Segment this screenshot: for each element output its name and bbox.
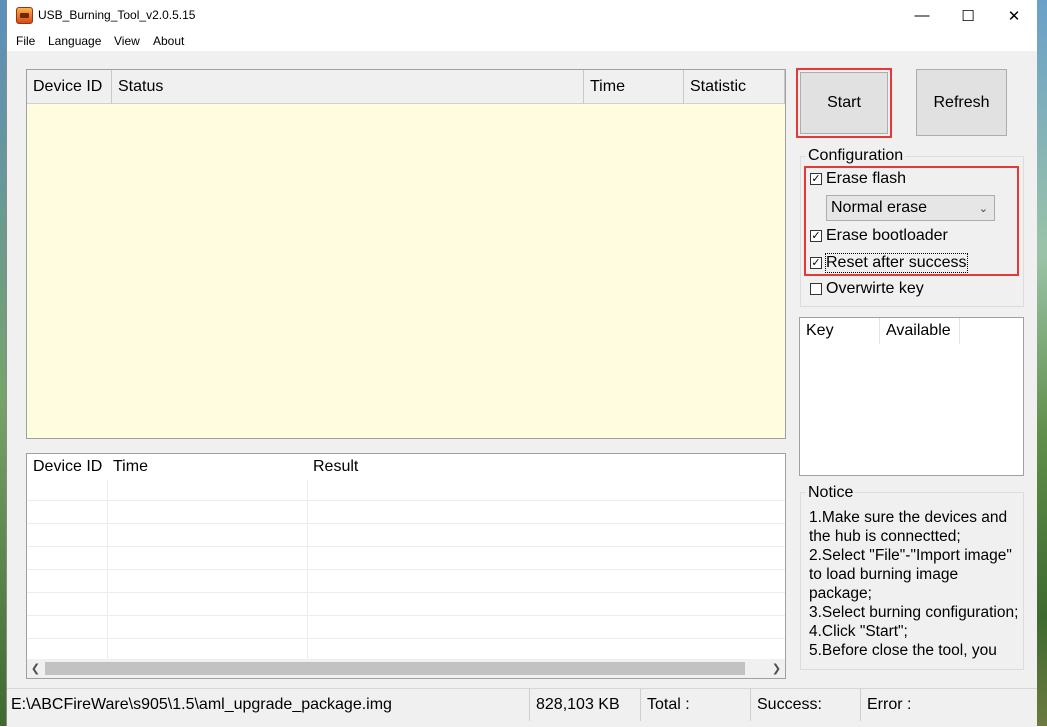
reset-after-success-label: Reset after success	[825, 253, 968, 273]
menu-bar: File Language View About	[7, 31, 1037, 51]
window-title: USB_Burning_Tool_v2.0.5.15	[38, 8, 196, 22]
checkbox-unchecked-icon	[810, 283, 822, 295]
desktop-background-right	[1036, 0, 1047, 726]
overwrite-key-label: Overwirte key	[826, 280, 924, 297]
status-path: E:\ABCFireWare\s905\1.5\aml_upgrade_pack…	[7, 689, 530, 721]
column-time[interactable]: Time	[584, 70, 684, 104]
close-icon: ✕	[1007, 7, 1021, 25]
checkbox-checked-icon: ✓	[810, 229, 822, 242]
erase-mode-value: Normal erase	[831, 199, 928, 216]
notice-label: Notice	[806, 484, 856, 502]
checkbox-checked-icon: ✓	[810, 172, 822, 185]
status-size: 828,103 KB	[530, 689, 641, 721]
grid-divider	[27, 500, 785, 501]
column-result[interactable]: Result	[307, 454, 785, 480]
result-table-header: Device ID Time Result	[27, 454, 785, 480]
scrollbar-thumb[interactable]	[45, 662, 745, 675]
grid-divider	[27, 523, 785, 524]
scroll-left-icon[interactable]: ❮	[27, 659, 44, 678]
checkbox-checked-icon: ✓	[810, 256, 822, 269]
column-key[interactable]: Key	[800, 318, 880, 344]
status-bar: E:\ABCFireWare\s905\1.5\aml_upgrade_pack…	[7, 688, 1037, 727]
menu-file[interactable]: File	[16, 34, 35, 48]
close-button[interactable]: ✕	[991, 0, 1037, 31]
minimize-button[interactable]: —	[899, 0, 945, 31]
column-available[interactable]: Available	[880, 318, 960, 344]
app-window: USB_Burning_Tool_v2.0.5.15 — ☐ ✕ File La…	[6, 0, 1037, 727]
status-success: Success:	[751, 689, 861, 721]
column-result-device-id[interactable]: Device ID	[27, 454, 107, 480]
grid-divider	[27, 592, 785, 593]
menu-language[interactable]: Language	[48, 34, 101, 48]
device-table-header: Device ID Status Time Statistic	[27, 70, 785, 104]
grid-divider	[107, 480, 108, 660]
grid-divider	[307, 480, 308, 660]
menu-about[interactable]: About	[153, 34, 184, 48]
erase-bootloader-checkbox[interactable]: ✓ Erase bootloader	[810, 227, 948, 245]
device-table[interactable]: Device ID Status Time Statistic	[26, 69, 786, 439]
erase-flash-checkbox[interactable]: ✓ Erase flash	[810, 170, 906, 188]
column-device-id[interactable]: Device ID	[27, 70, 112, 104]
scroll-right-icon[interactable]: ❯	[768, 659, 785, 678]
erase-bootloader-label: Erase bootloader	[826, 227, 948, 244]
reset-after-success-checkbox[interactable]: ✓ Reset after success	[810, 253, 968, 273]
key-table[interactable]: Key Available	[799, 317, 1024, 476]
menu-view[interactable]: View	[114, 34, 140, 48]
overwrite-key-checkbox[interactable]: Overwirte key	[810, 280, 924, 298]
column-statistic[interactable]: Statistic	[684, 70, 785, 104]
refresh-button[interactable]: Refresh	[916, 69, 1007, 136]
title-bar: USB_Burning_Tool_v2.0.5.15 — ☐ ✕	[7, 0, 1037, 31]
grid-divider	[27, 546, 785, 547]
configuration-label: Configuration	[806, 147, 906, 165]
status-total: Total :	[641, 689, 751, 721]
maximize-button[interactable]: ☐	[945, 0, 991, 31]
grid-divider	[27, 615, 785, 616]
chevron-down-icon: ⌄	[978, 203, 988, 215]
notice-text: 1.Make sure the devices and the hub is c…	[809, 509, 1019, 659]
start-button-highlight: Start	[796, 68, 892, 138]
grid-divider	[27, 638, 785, 639]
horizontal-scrollbar[interactable]: ❮ ❯	[27, 659, 785, 678]
column-result-time[interactable]: Time	[107, 454, 307, 480]
minimize-icon: —	[914, 7, 930, 24]
grid-divider	[27, 569, 785, 570]
app-icon	[16, 7, 33, 24]
start-button[interactable]: Start	[800, 72, 888, 134]
erase-mode-select[interactable]: Normal erase ⌄	[826, 195, 995, 221]
erase-flash-label: Erase flash	[826, 170, 907, 187]
result-table[interactable]: Device ID Time Result ❮ ❯	[26, 453, 786, 679]
column-status[interactable]: Status	[112, 70, 584, 104]
maximize-icon: ☐	[961, 7, 975, 25]
status-error: Error :	[867, 696, 912, 713]
